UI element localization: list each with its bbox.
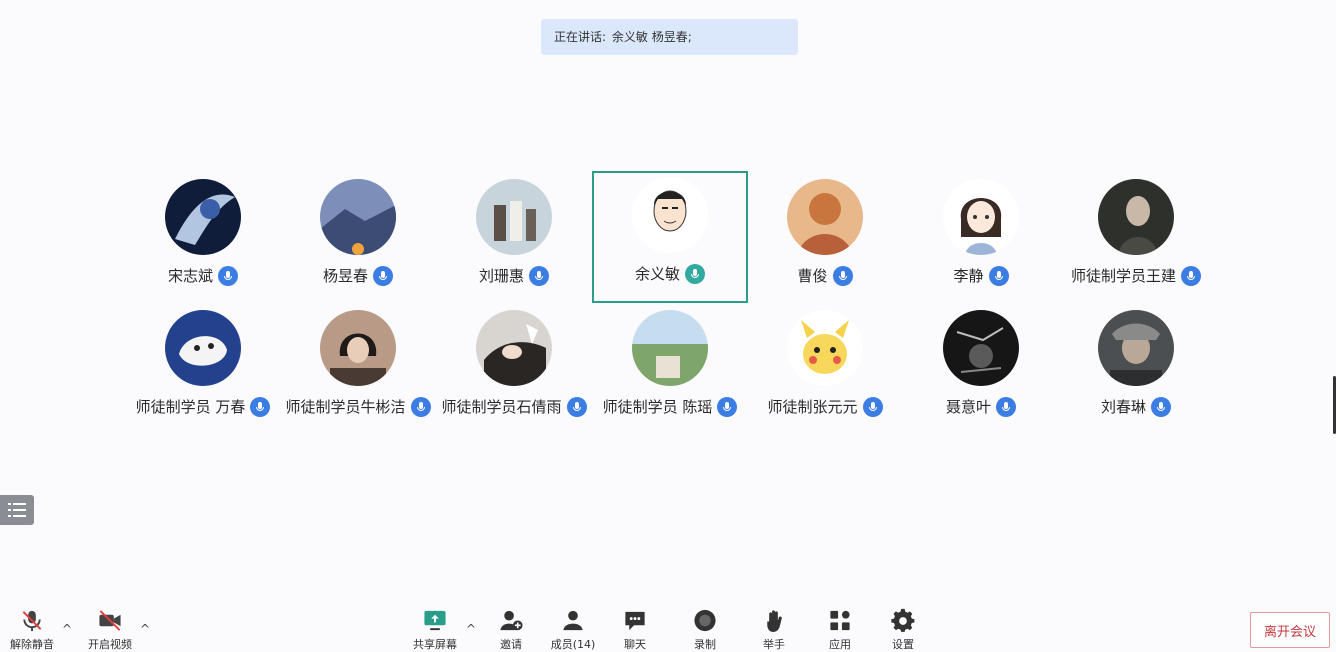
members-label: 成员(14) xyxy=(550,638,596,651)
participant-name: 余义敏 xyxy=(634,265,680,283)
list-icon xyxy=(8,503,26,517)
avatar xyxy=(476,179,552,255)
start-video-button[interactable]: 开启视频 xyxy=(80,608,140,652)
avatar xyxy=(165,179,241,255)
chat-label: 聊天 xyxy=(624,638,646,651)
avatar xyxy=(1098,310,1174,386)
share-screen-label: 共享屏幕 xyxy=(413,638,457,651)
mic-icon xyxy=(373,265,393,286)
speaking-indicator: 正在讲话: 余义敏 杨昱春; xyxy=(541,19,798,55)
hand-icon xyxy=(767,610,782,633)
participant-tile[interactable]: 刘春琳 xyxy=(1058,304,1214,436)
chat-icon xyxy=(625,611,645,631)
camera-off-icon xyxy=(99,610,121,631)
share-options-chevron-icon[interactable]: ^ xyxy=(466,622,476,636)
avatar xyxy=(787,179,863,255)
raise-hand-label: 举手 xyxy=(763,638,785,651)
avatar xyxy=(476,310,552,386)
apps-grid-icon xyxy=(830,610,850,631)
apps-button[interactable]: 应用 xyxy=(810,608,870,652)
avatar xyxy=(320,310,396,386)
participant-name: 师徒制学员 陈瑶 xyxy=(602,398,713,416)
settings-label: 设置 xyxy=(892,638,914,651)
participant-name: 师徒制学员牛彬洁 xyxy=(285,398,406,416)
avatar xyxy=(165,310,241,386)
avatar xyxy=(943,179,1019,255)
mic-icon xyxy=(832,265,853,286)
participant-name: 李静 xyxy=(953,267,984,285)
participant-name: 曹俊 xyxy=(797,267,828,285)
side-panel-toggle[interactable] xyxy=(0,495,34,525)
members-button[interactable]: 成员(14) xyxy=(543,608,603,652)
participant-name: 师徒制张元元 xyxy=(767,398,858,416)
avatar xyxy=(632,177,708,253)
mic-muted-icon xyxy=(22,610,42,632)
members-icon xyxy=(563,610,583,631)
participant-name: 宋志斌 xyxy=(167,267,213,285)
gear-icon xyxy=(891,608,915,632)
participant-name: 师徒制学员 万春 xyxy=(135,398,246,416)
mic-icon xyxy=(1151,396,1171,417)
video-options-chevron-icon[interactable]: ^ xyxy=(140,622,150,636)
mic-active-icon xyxy=(685,263,705,284)
leave-meeting-button[interactable]: 离开会议 xyxy=(1250,612,1330,648)
invite-user-icon xyxy=(500,610,523,631)
avatar xyxy=(1098,179,1174,255)
participant-name: 刘珊惠 xyxy=(478,267,524,285)
participant-tile[interactable]: 刘珊惠 xyxy=(436,173,592,305)
start-video-label: 开启视频 xyxy=(88,638,132,651)
mic-options-chevron-icon[interactable]: ^ xyxy=(62,622,72,636)
participant-name: 聂意叶 xyxy=(945,398,991,416)
avatar xyxy=(943,310,1019,386)
participant-name: 师徒制学员王建 xyxy=(1070,267,1176,285)
participant-name: 杨昱春 xyxy=(322,267,368,285)
chat-button[interactable]: 聊天 xyxy=(605,608,665,652)
record-label: 录制 xyxy=(694,638,716,651)
avatar xyxy=(320,179,396,255)
invite-button[interactable]: 邀请 xyxy=(481,608,541,652)
mic-icon xyxy=(218,265,238,286)
raise-hand-button[interactable]: 举手 xyxy=(744,608,804,652)
record-icon xyxy=(694,609,716,632)
mic-icon xyxy=(529,265,549,286)
share-screen-icon xyxy=(424,610,446,631)
record-button[interactable]: 录制 xyxy=(675,608,735,652)
mic-icon xyxy=(1181,265,1201,286)
avatar xyxy=(787,310,863,386)
meeting-stage: 正在讲话: 余义敏 杨昱春; 宋志斌 杨昱春 刘珊惠 余义敏 曹俊 李静 师徒制… xyxy=(0,0,1336,652)
participant-name: 刘春琳 xyxy=(1100,398,1146,416)
mic-icon xyxy=(996,396,1016,417)
participant-tile[interactable]: 师徒制学员王建 xyxy=(1058,173,1214,305)
share-screen-button[interactable]: 共享屏幕 xyxy=(405,608,465,652)
unmute-button[interactable]: 解除静音 xyxy=(2,608,62,652)
mic-icon xyxy=(988,265,1009,286)
avatar xyxy=(632,310,708,386)
apps-label: 应用 xyxy=(829,638,851,651)
participant-name: 师徒制学员石倩雨 xyxy=(441,398,562,416)
unmute-label: 解除静音 xyxy=(10,638,54,651)
invite-label: 邀请 xyxy=(500,638,522,651)
speaking-names: 余义敏 杨昱春; xyxy=(611,30,692,44)
settings-button[interactable]: 设置 xyxy=(873,608,933,652)
speaking-label: 正在讲话: xyxy=(554,30,607,44)
